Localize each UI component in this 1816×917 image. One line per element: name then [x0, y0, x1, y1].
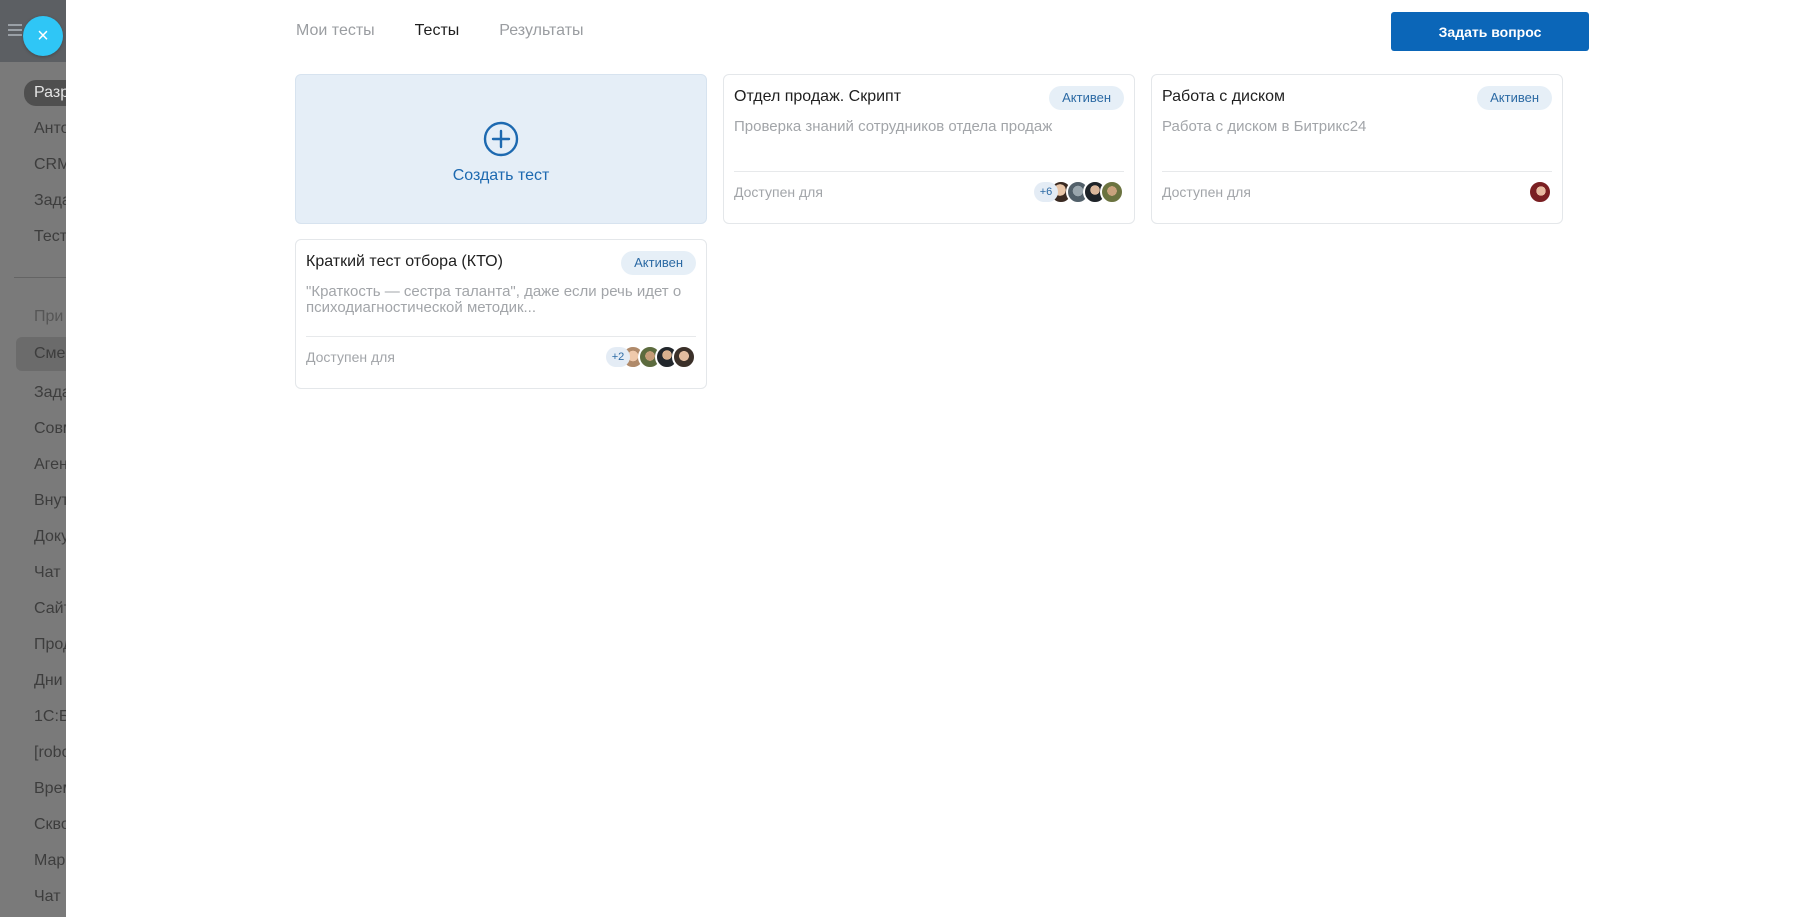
create-test-card[interactable]: Создать тест [295, 74, 707, 224]
status-badge: Активен [1477, 86, 1552, 110]
card-divider [1162, 171, 1552, 172]
card-divider [734, 171, 1124, 172]
sidebar-item: Смен [16, 337, 66, 371]
test-card[interactable]: Отдел продаж. Скрипт Активен Проверка зн… [723, 74, 1135, 224]
status-badge: Активен [621, 251, 696, 275]
sidebar-item: CRM [34, 156, 66, 173]
status-badge: Активен [1049, 86, 1124, 110]
avatar [1528, 180, 1552, 204]
avatar-group[interactable]: +2 [606, 345, 696, 369]
sidebar-item: Тест [34, 228, 66, 245]
sidebar-item: Разр [24, 80, 66, 106]
sidebar-item: Мар [34, 852, 66, 869]
available-for-label: Доступен для [734, 184, 823, 200]
sidebar-item: Доку [34, 528, 66, 545]
close-slider-button[interactable]: × [23, 16, 63, 56]
tab-tests[interactable]: Тесты [415, 22, 460, 40]
test-card[interactable]: Краткий тест отбора (КТО) Активен "Кратк… [295, 239, 707, 389]
sidebar-item: Чат [34, 564, 61, 581]
plus-circle-icon [483, 121, 519, 157]
ask-question-button[interactable]: Задать вопрос [1391, 12, 1589, 51]
sidebar-item: Дни [34, 672, 63, 689]
sidebar-divider [14, 277, 66, 278]
sidebar-item: [robo [34, 744, 66, 761]
test-title: Краткий тест отбора (КТО) [306, 253, 503, 270]
background-sidebar: Разр Анто CRM Зада Тест При Смен Зада Со… [0, 0, 66, 917]
available-for-label: Доступен для [306, 349, 395, 365]
sidebar-item: При [34, 308, 64, 325]
create-test-label: Создать тест [452, 167, 550, 184]
avatar-group[interactable]: +6 [1034, 180, 1124, 204]
card-divider [306, 336, 696, 337]
sidebar-item: Прод [34, 636, 66, 653]
sidebar-item: Врем [34, 780, 66, 797]
more-users-counter: +2 [606, 347, 630, 367]
sidebar-item: Скво [34, 816, 66, 833]
tab-results[interactable]: Результаты [499, 22, 583, 40]
sidebar-item: Совм [34, 420, 66, 437]
avatar-group[interactable] [1528, 180, 1552, 204]
test-title: Отдел продаж. Скрипт [734, 88, 902, 105]
test-description: Работа с диском в Битрикс24 [1162, 118, 1367, 135]
avatar [672, 345, 696, 369]
more-users-counter: +6 [1034, 182, 1058, 202]
sidebar-item: Чат [34, 888, 61, 905]
sidebar-item: Сайт [34, 600, 66, 617]
sidebar-item: Аген [34, 456, 66, 473]
sidebar-item: 1С:Б [34, 708, 66, 725]
tabs: Мои тесты Тесты Результаты [296, 22, 584, 40]
sidebar-item: Внут [34, 492, 66, 509]
menu-icon [8, 24, 22, 36]
close-icon: × [37, 25, 49, 47]
sidebar-item: Зада [34, 384, 66, 401]
test-description: "Краткость — сестра таланта", даже если … [306, 283, 682, 316]
test-title: Работа с диском [1162, 88, 1286, 105]
avatar [1100, 180, 1124, 204]
sidebar-item: Анто [34, 120, 66, 137]
tests-panel: Мои тесты Тесты Результаты Задать вопрос… [66, 0, 1816, 917]
tab-my-tests[interactable]: Мои тесты [296, 22, 375, 40]
test-description: Проверка знаний сотрудников отдела прода… [734, 118, 1053, 135]
sidebar-item: Зада [34, 192, 66, 209]
test-card[interactable]: Работа с диском Активен Работа с диском … [1151, 74, 1563, 224]
available-for-label: Доступен для [1162, 184, 1251, 200]
